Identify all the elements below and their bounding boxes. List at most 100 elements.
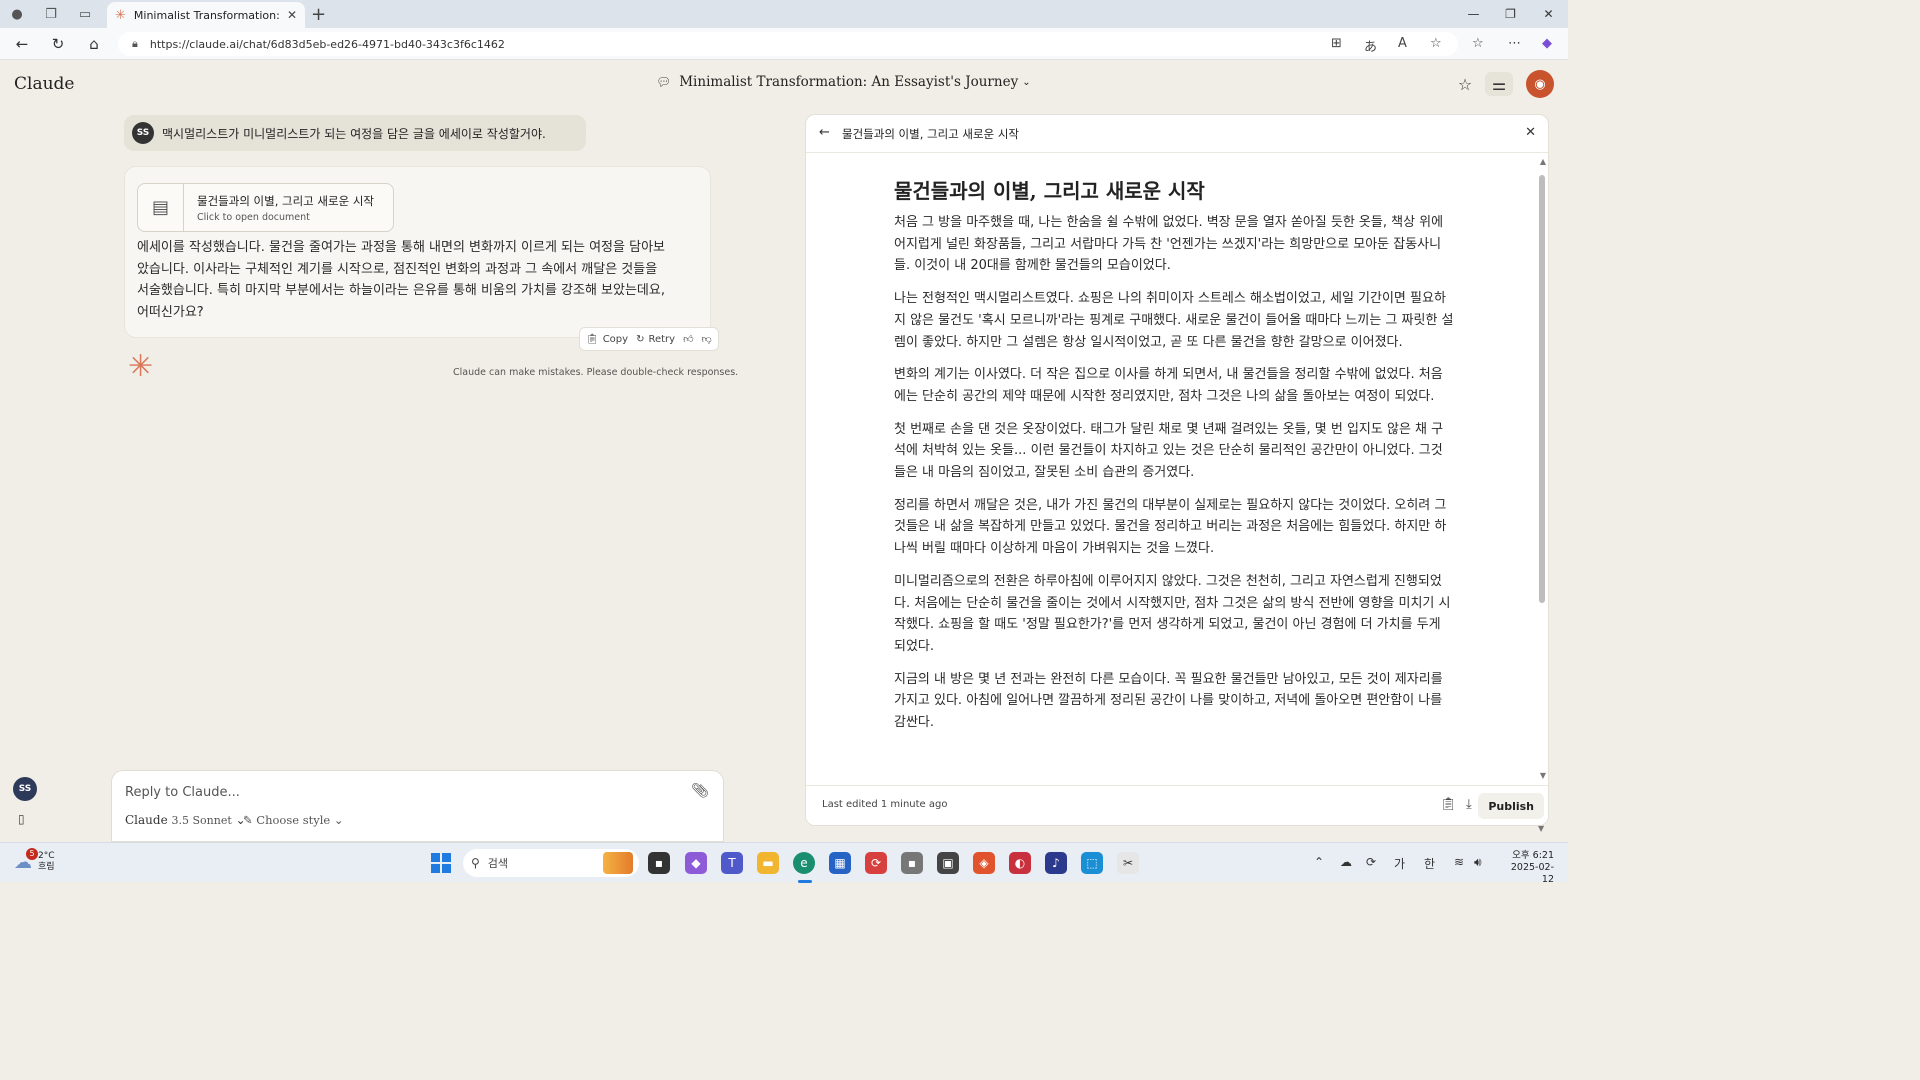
star-icon[interactable]: ☆ [1451, 72, 1479, 96]
read-aloud-icon[interactable]: A [1398, 36, 1407, 51]
teams-icon[interactable]: T [721, 852, 743, 874]
copilot-icon[interactable]: ◆ [1542, 36, 1552, 51]
favorite-icon[interactable]: ☆ [1430, 36, 1442, 51]
cloud-icon: ☁ 5 [14, 847, 38, 873]
taskbar-search[interactable]: ⚲ 검색 [463, 849, 639, 877]
paragraph: 첫 번째로 손을 댄 것은 옷장이었다. 태그가 달린 채로 몇 년째 걸려있는… [894, 421, 1444, 481]
windows-taskbar: ☁ 5 2°C 흐림 ⚲ 검색 ▪ ◆ T ▬ e ▦ ⟳ ▪ ▣ ◈ ◐ ♪ ⬚ … [0, 842, 1568, 885]
model-version: 3.5 Sonnet [171, 814, 232, 827]
model-selector[interactable]: Claude 3.5 Sonnet ⌄ [125, 813, 246, 827]
clock-time: 오후 6:21 [1512, 850, 1554, 861]
sync-tray-icon[interactable]: ⟳ [1366, 855, 1376, 869]
url-field[interactable]: 🔒︎ https://claude.ai/chat/6d83d5eb-ed26-… [118, 32, 1458, 56]
document-icon: ▤ [138, 184, 184, 231]
thumbs-down-icon[interactable]: 👎︎ [702, 333, 712, 345]
network-cloud-icon[interactable]: ☁ [1340, 855, 1352, 869]
volume-icon[interactable]: 🔊︎ [1474, 855, 1482, 870]
minimize-button[interactable]: — [1455, 0, 1492, 28]
paragraph: 정리를 하면서 깨달은 것은, 내가 가진 물건의 대부분이 실제로는 필요하지… [894, 497, 1447, 557]
page-scroll-down-icon[interactable]: ▼ [1538, 824, 1544, 833]
restore-button[interactable]: ❐ [1492, 0, 1529, 28]
copy-document-icon[interactable]: 📋︎ [1440, 797, 1457, 812]
show-hidden-icons[interactable]: ⌃ [1314, 855, 1324, 869]
app-icon-lightblue[interactable]: ⬚ [1081, 852, 1103, 874]
start-button[interactable] [431, 853, 451, 873]
chevron-down-icon: ⌄ [1022, 76, 1031, 88]
conversation-title-text: Minimalist Transformation: An Essayist's… [679, 74, 1019, 90]
assistant-message: ▤ 물건들과의 이별, 그리고 새로운 시작 Click to open doc… [124, 166, 711, 338]
back-arrow-icon[interactable]: ← [819, 125, 830, 140]
favorites-bar-icon[interactable]: ☆ [1472, 36, 1484, 51]
paragraph: 미니멀리즘으로의 전환은 하루아침에 이루어지지 않았다. 그것은 천천히, 그… [894, 573, 1451, 654]
app-icon-blue[interactable]: ♪ [1045, 852, 1067, 874]
claude-logo[interactable]: Claude [14, 74, 74, 94]
store-icon[interactable]: ▦ [829, 852, 851, 874]
retry-button[interactable]: ↻ Retry [636, 334, 675, 345]
disclaimer: Claude can make mistakes. Please double-… [453, 367, 739, 378]
window-close-button[interactable]: ✕ [1530, 0, 1567, 28]
translate-icon[interactable]: あ [1364, 36, 1377, 55]
system-clock[interactable]: 오후 6:21 2025-02-12 [1500, 850, 1554, 886]
conversation-title[interactable]: 💬︎ Minimalist Transformation: An Essayis… [656, 74, 1031, 90]
new-tab-button[interactable]: + [311, 4, 326, 25]
task-view-icon[interactable]: ▪ [648, 852, 670, 874]
model-name: Claude [125, 813, 168, 827]
style-selector[interactable]: ✎ Choose style ⌄ [243, 813, 344, 827]
wifi-icon[interactable]: ≋ [1454, 855, 1464, 869]
app-icon-gray[interactable]: ▪ [901, 852, 923, 874]
thumbs-up-icon[interactable]: 👍︎ [683, 333, 693, 345]
sidebar-avatar[interactable]: SS [13, 777, 37, 801]
home-button[interactable]: ⌂ [82, 34, 106, 54]
document-card[interactable]: ▤ 물건들과의 이별, 그리고 새로운 시작 Click to open doc… [137, 183, 394, 232]
document-panel: ← 물건들과의 이별, 그리고 새로운 시작 ✕ 물건들과의 이별, 그리고 새… [805, 114, 1549, 826]
file-explorer-icon[interactable]: ▬ [757, 852, 779, 874]
ime-hangul[interactable]: 가 [1394, 855, 1405, 872]
search-highlight-image [603, 852, 633, 874]
sync-app-icon[interactable]: ⟳ [865, 852, 887, 874]
publish-button[interactable]: Publish [1478, 793, 1544, 819]
settings-sliders-icon[interactable]: ⚌ [1485, 72, 1513, 96]
app-available-icon[interactable]: ⊞ [1331, 36, 1342, 51]
reply-placeholder: Reply to Claude... [125, 785, 240, 800]
snipping-tool-icon[interactable]: ✂ [1117, 852, 1139, 874]
scrollbar-thumb[interactable] [1539, 175, 1545, 603]
copy-button[interactable]: 📋︎ Copy [586, 334, 628, 345]
edge-icon[interactable]: e [793, 852, 815, 874]
document-body: 물건들과의 이별, 그리고 새로운 시작 처음 그 방을 마주했을 때, 나는 … [894, 175, 1454, 745]
lock-icon: 🔒︎ [132, 37, 138, 50]
media-app-icon[interactable]: ▣ [937, 852, 959, 874]
scroll-up-icon[interactable]: ▲ [1540, 157, 1546, 166]
tab-close-icon[interactable]: ✕ [287, 8, 297, 22]
address-toolbar: ← ↻ ⌂ 🔒︎ https://claude.ai/chat/6d83d5eb… [0, 28, 1568, 60]
user-avatar: SS [132, 122, 154, 144]
reload-button[interactable]: ↻ [46, 34, 70, 54]
search-placeholder: 검색 [487, 857, 509, 870]
chat-bubble-icon: 💬︎ [656, 75, 672, 89]
attach-icon[interactable]: 📎︎ [691, 783, 709, 799]
reply-input[interactable]: Reply to Claude... 📎︎ Claude 3.5 Sonnet … [111, 770, 724, 842]
brave-icon[interactable]: ◈ [973, 852, 995, 874]
copy-label: Copy [602, 333, 629, 345]
paragraph: 나는 전형적인 맥시멀리스트였다. 쇼핑은 나의 취미이자 스트레스 해소법이었… [894, 291, 1454, 350]
app-icon-red[interactable]: ◐ [1009, 852, 1031, 874]
scroll-down-icon[interactable]: ▼ [1540, 771, 1546, 780]
panel-header-title: 물건들과의 이별, 그리고 새로운 시작 [842, 127, 1019, 141]
search-icon: ⚲ [471, 856, 480, 870]
copilot-app-icon[interactable]: ◆ [685, 852, 707, 874]
panel-footer: Last edited 1 minute ago 📋︎ ⤓ Publish [806, 785, 1548, 825]
account-avatar[interactable]: ◉ [1526, 70, 1554, 98]
sidebar-toggle-icon[interactable]: ▯ [18, 812, 25, 826]
active-app-indicator [798, 880, 812, 883]
close-icon[interactable]: ✕ [1525, 125, 1536, 140]
browser-tab-active[interactable]: ✳ Minimalist Transformation: An Ess ✕ [107, 2, 305, 28]
collections-icon[interactable]: ❐ [34, 0, 68, 28]
weather-widget[interactable]: ☁ 5 2°C 흐림 [14, 847, 55, 873]
user-message: SS 맥시멀리스트가 미니멀리스트가 되는 여정을 담은 글을 에세이로 작성할… [124, 115, 586, 151]
more-options-icon[interactable]: ⋯ [1508, 36, 1521, 51]
document-card-title: 물건들과의 이별, 그리고 새로운 시작 [197, 194, 374, 208]
ime-mode[interactable]: 한 [1424, 855, 1435, 872]
back-button[interactable]: ← [10, 34, 34, 54]
download-icon[interactable]: ⤓ [1466, 797, 1472, 812]
profile-icon[interactable]: ● [0, 0, 34, 28]
vertical-tabs-icon[interactable]: ▭ [68, 0, 102, 28]
